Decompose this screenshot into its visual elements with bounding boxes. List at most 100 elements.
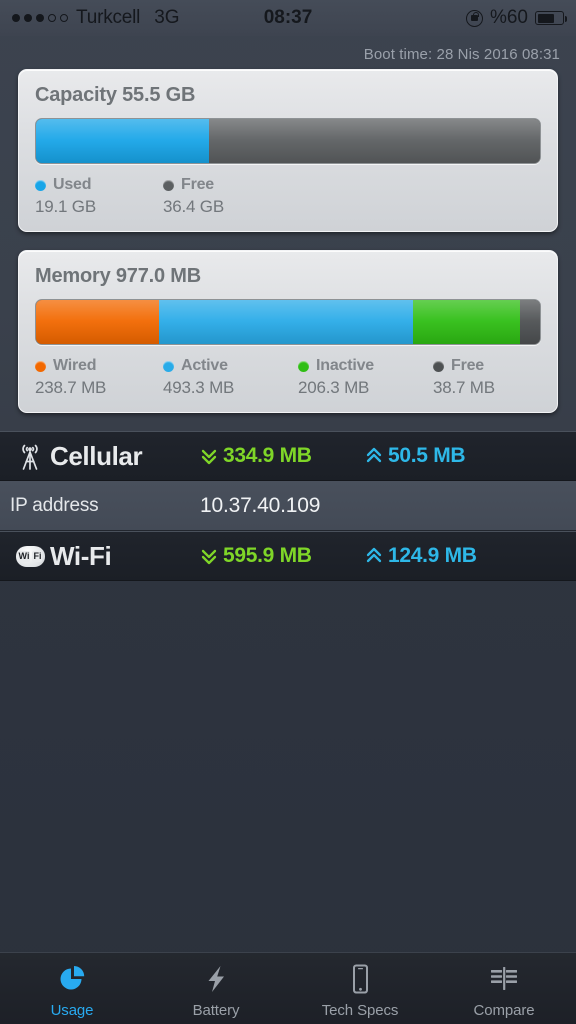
legend-value: 206.3 MB xyxy=(298,378,370,397)
status-bar-right: %60 xyxy=(465,7,567,29)
cellular-download-stat: 334.9 MB xyxy=(200,444,365,468)
legend-item: Used 19.1 GB xyxy=(35,176,163,217)
lightning-bolt-icon xyxy=(199,962,233,996)
legend-item: Free 36.4 GB xyxy=(163,176,224,217)
legend-value: 493.3 MB xyxy=(163,378,235,397)
memory-legend: Wired 238.7 MB Active 493.3 MB Inactive 206.3… xyxy=(35,357,541,398)
signal-dot-empty xyxy=(60,14,68,22)
rotation-lock-icon xyxy=(465,9,483,27)
tab-bar: Usage Battery Tech Specs Compare xyxy=(0,952,576,1024)
bar-segment-active xyxy=(158,300,414,344)
legend-item: Active 493.3 MB xyxy=(163,357,298,398)
ip-address-label: IP address xyxy=(10,494,99,516)
legend-top: Inactive xyxy=(298,357,433,375)
capacity-card-title: Capacity 55.5 GB xyxy=(35,84,196,106)
legend-value: 38.7 MB xyxy=(433,378,495,397)
legend-dot xyxy=(163,360,174,372)
wifi-label: Wi-Fi xyxy=(50,540,112,571)
download-chevrons-icon xyxy=(201,549,217,565)
tab-usage-label: Usage xyxy=(50,1002,94,1019)
wifi-badge-text-wi: Wi xyxy=(17,550,31,562)
legend-value: 238.7 MB xyxy=(35,378,107,397)
legend-top: Used xyxy=(35,176,163,194)
wifi-row[interactable]: Wi Fi Wi-Fi 595.9 MB 124.9 MB xyxy=(0,531,576,581)
tab-tech-specs[interactable]: Tech Specs xyxy=(288,953,432,1024)
legend-dot xyxy=(298,360,309,372)
legend-item: Inactive 206.3 MB xyxy=(298,357,433,398)
cellular-download-value: 334.9 MB xyxy=(223,444,312,467)
legend-label: Used xyxy=(53,176,92,193)
network-type: 3G xyxy=(154,7,180,28)
capacity-bar xyxy=(35,118,541,164)
legend-item: Free 38.7 MB xyxy=(433,357,495,398)
cellular-upload-stat: 50.5 MB xyxy=(365,444,466,468)
status-bar-left: Turkcell 3G xyxy=(12,7,180,29)
bar-segment-free xyxy=(519,300,540,344)
memory-bar xyxy=(35,299,541,345)
wifi-download-stat: 595.9 MB xyxy=(200,544,365,568)
wifi-upload-stat: 124.9 MB xyxy=(365,544,477,568)
pie-chart-icon xyxy=(55,962,89,996)
memory-card-title: Memory 977.0 MB xyxy=(35,265,201,287)
boot-time-label: Boot time: 28 Nis 2016 08:31 xyxy=(363,46,560,63)
tab-compare-label: Compare xyxy=(473,1002,535,1019)
wifi-upload-value: 124.9 MB xyxy=(388,544,477,567)
legend-dot xyxy=(433,360,444,372)
wifi-badge: Wi Fi xyxy=(15,545,45,567)
legend-top: Free xyxy=(433,357,495,375)
phone-icon xyxy=(343,962,377,996)
tab-compare[interactable]: Compare xyxy=(432,953,576,1024)
tab-usage[interactable]: Usage xyxy=(0,953,144,1024)
cellular-label: Cellular xyxy=(50,440,143,471)
network-list: Cellular 334.9 MB 50.5 MB IP address 10.… xyxy=(0,431,576,581)
upload-chevrons-icon xyxy=(366,447,382,463)
tab-tech-specs-label: Tech Specs xyxy=(321,1002,399,1019)
legend-dot xyxy=(163,179,174,191)
memory-card: Memory 977.0 MB Wired 238.7 MB Active 493.3… xyxy=(18,250,558,413)
capacity-legend: Used 19.1 GB Free 36.4 GB xyxy=(35,176,541,217)
legend-dot xyxy=(35,179,46,191)
tab-battery-label: Battery xyxy=(192,1002,240,1019)
capacity-card: Capacity 55.5 GB Used 19.1 GB Free 36.4 GB xyxy=(18,69,558,232)
legend-value: 36.4 GB xyxy=(163,197,224,216)
battery-icon xyxy=(535,11,567,25)
ip-address-row[interactable]: IP address 10.37.40.109 xyxy=(0,481,576,531)
cell-tower-icon xyxy=(10,441,50,471)
signal-strength-dots xyxy=(12,14,68,22)
status-bar: Turkcell 3G 08:37 %60 xyxy=(0,0,576,36)
legend-value: 19.1 GB xyxy=(35,197,96,216)
signal-dot-filled xyxy=(12,14,20,22)
ip-address-value: 10.37.40.109 xyxy=(200,493,321,517)
signal-dot-filled xyxy=(36,14,44,22)
legend-label: Free xyxy=(181,176,214,193)
cellular-upload-value: 50.5 MB xyxy=(388,444,466,467)
legend-top: Free xyxy=(163,176,224,194)
signal-dot-filled xyxy=(24,14,32,22)
legend-top: Active xyxy=(163,357,298,375)
legend-top: Wired xyxy=(35,357,163,375)
carrier-name: Turkcell xyxy=(76,7,141,28)
wifi-badge-icon: Wi Fi xyxy=(10,545,50,567)
legend-item: Wired 238.7 MB xyxy=(35,357,163,398)
wifi-download-value: 595.9 MB xyxy=(223,544,312,567)
battery-percent-label: %60 xyxy=(489,7,528,28)
legend-label: Wired xyxy=(53,357,97,374)
bar-segment-inactive xyxy=(413,300,521,344)
upload-chevrons-icon xyxy=(366,547,382,563)
tab-battery[interactable]: Battery xyxy=(144,953,288,1024)
download-chevrons-icon xyxy=(201,449,217,465)
battery-fill xyxy=(537,13,554,23)
cellular-row[interactable]: Cellular 334.9 MB 50.5 MB xyxy=(0,431,576,481)
bar-segment-wired xyxy=(36,300,159,344)
wifi-badge-text-fi: Fi xyxy=(32,550,43,562)
compare-bars-icon xyxy=(487,962,521,996)
legend-label: Free xyxy=(451,357,484,374)
bar-segment-used xyxy=(36,119,210,163)
legend-label: Inactive xyxy=(316,357,374,374)
legend-label: Active xyxy=(181,357,228,374)
app-root: Turkcell 3G 08:37 %60 Boot time: 28 Nis … xyxy=(0,0,576,1024)
bar-segment-free xyxy=(209,119,540,163)
signal-dot-empty xyxy=(48,14,56,22)
legend-dot xyxy=(35,360,46,372)
battery-nub xyxy=(564,16,567,22)
